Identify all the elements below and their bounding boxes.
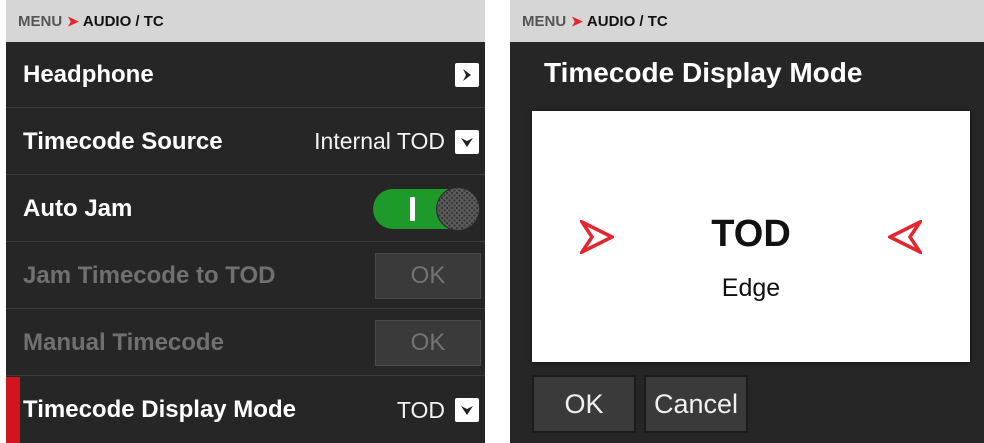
toggle-knob[interactable] — [437, 187, 479, 230]
menu-row-manual-timecode: Manual Timecode OK — [6, 310, 485, 376]
breadcrumb-current: AUDIO / TC — [586, 12, 668, 30]
menu-row-label: Timecode Source — [23, 127, 223, 155]
manual-timecode-ok-button[interactable]: OK — [375, 319, 481, 366]
menu-row-timecode-display-mode[interactable]: Timecode Display Mode TOD — [6, 377, 485, 443]
next-value-option[interactable]: Edge — [532, 274, 970, 303]
menu-row-auto-jam: Auto Jam — [6, 176, 485, 242]
breadcrumb: MENU ➤ AUDIO / TC — [510, 0, 984, 42]
value-picker[interactable]: TOD Edge — [532, 111, 970, 362]
chevron-right-icon[interactable] — [455, 62, 479, 87]
timecode-source-value: Internal TOD — [314, 128, 445, 154]
breadcrumb: MENU ➤ AUDIO / TC — [6, 0, 485, 42]
menu-row-label: Timecode Display Mode — [23, 396, 296, 423]
jam-timecode-ok-button[interactable]: OK — [375, 252, 481, 299]
timecode-display-mode-value: TOD — [396, 396, 445, 423]
breadcrumb-separator-icon: ➤ — [67, 12, 79, 29]
menu-row-jam-timecode: Jam Timecode to TOD OK — [6, 243, 485, 309]
dialog-title: Timecode Display Mode — [544, 57, 863, 88]
cancel-button[interactable]: Cancel — [644, 375, 748, 433]
auto-jam-toggle[interactable] — [373, 187, 479, 230]
menu-row-label: Headphone — [23, 60, 154, 88]
breadcrumb-separator-icon: ➤ — [571, 12, 583, 29]
breadcrumb-root[interactable]: MENU — [522, 13, 566, 30]
ok-button[interactable]: OK — [532, 375, 636, 433]
menu-row-timecode-source[interactable]: Timecode Source Internal TOD — [6, 109, 485, 175]
breadcrumb-root[interactable]: MENU — [18, 13, 62, 30]
menu-row-label: Manual Timecode — [23, 328, 224, 356]
menu-row-label: Auto Jam — [23, 194, 133, 222]
chevron-down-icon[interactable] — [455, 398, 479, 422]
audio-tc-menu-panel: MENU ➤ AUDIO / TC Headphone Timecode Sou… — [6, 0, 485, 443]
selection-indicator — [6, 377, 20, 443]
menu-row-label: Jam Timecode to TOD — [23, 261, 276, 289]
arrow-next-icon[interactable] — [886, 217, 926, 259]
toggle-on-indicator — [410, 196, 415, 221]
chevron-down-icon[interactable] — [455, 129, 479, 154]
menu-row-headphone[interactable]: Headphone — [6, 42, 485, 108]
breadcrumb-current: AUDIO / TC — [82, 12, 164, 30]
timecode-display-mode-dialog-panel: MENU ➤ AUDIO / TC Timecode Display Mode … — [510, 0, 984, 443]
